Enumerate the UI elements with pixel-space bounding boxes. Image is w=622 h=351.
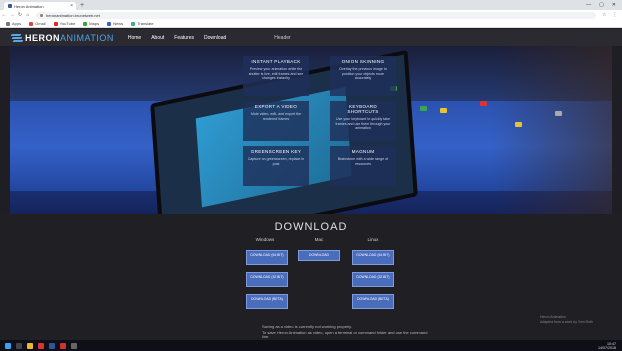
os-label-mac: Mac	[314, 237, 324, 242]
bookmark-item[interactable]: YouTube	[53, 21, 75, 26]
nav-home[interactable]: Home	[128, 35, 141, 41]
menu-icon[interactable]: ⋮	[612, 12, 617, 18]
feature-title: GREENSCREEN KEY	[250, 149, 302, 154]
download-linux-32-button[interactable]: DOWNLOAD (32 BIT)	[352, 272, 394, 287]
chrome-icon[interactable]	[38, 342, 44, 349]
feature-desc: Mute video, edit, and export the rendere…	[250, 112, 302, 121]
browser-toolbar: ← → ↻ ⌂ heronanimation.brunelweb.net ☆ ⋮	[0, 10, 622, 20]
app-icon[interactable]	[71, 342, 77, 349]
news-icon	[107, 21, 112, 26]
folder-icon[interactable]	[27, 342, 33, 349]
feature-title: ONION SKINNING	[341, 59, 385, 64]
back-button[interactable]: ←	[0, 12, 8, 18]
download-mac-button[interactable]: DOWNLOAD	[298, 250, 340, 261]
maximize-button[interactable]: ▢	[599, 2, 604, 8]
feature-card: MAGNUM Brainstorm with a wide range of r…	[330, 146, 396, 186]
feature-desc: Brainstorm with a wide range of resource…	[337, 157, 389, 166]
feature-title: EXPORT A VIDEO	[254, 104, 298, 109]
url-text: heronanimation.brunelweb.net	[46, 12, 100, 18]
footer-credit-detail: Adapted from a work by Tom Ruth	[540, 320, 593, 324]
download-note: Saving as a video is currently not worki…	[262, 324, 352, 329]
main-nav: Home About Features Download	[128, 35, 226, 41]
tab-close-icon[interactable]: ×	[70, 3, 73, 9]
download-section: DOWNLOAD Windows Mac Linux DOWNLOAD (64 …	[0, 214, 622, 340]
site-logo[interactable]: HERONANIMATION	[10, 33, 114, 43]
nav-download[interactable]: Download	[204, 35, 226, 41]
start-icon[interactable]	[5, 342, 11, 349]
download-windows-beta-button[interactable]: DOWNLOAD (BETA)	[246, 294, 288, 309]
os-label-windows: Windows	[255, 237, 275, 242]
address-bar[interactable]: heronanimation.brunelweb.net	[36, 11, 596, 19]
bookmark-item[interactable]: Translate	[131, 21, 154, 26]
site-header: HERONANIMATION Home About Features Downl…	[0, 29, 622, 46]
bookmark-item[interactable]: Maps	[83, 21, 99, 26]
nav-extra-link[interactable]: Header	[274, 35, 290, 41]
home-button[interactable]: ⌂	[24, 12, 32, 18]
feature-card: EXPORT A VIDEO Mute video, edit, and exp…	[243, 101, 309, 141]
footer-credit: Heron Animation	[540, 315, 566, 319]
lego-brick	[420, 106, 427, 111]
favicon-icon	[8, 4, 12, 8]
os-taskbar: 10:47 14/07/2018	[0, 340, 622, 351]
forward-button[interactable]: →	[8, 12, 16, 18]
os-label-linux: Linux	[367, 237, 379, 242]
video-icon	[53, 21, 58, 26]
hero-banner: INSTANT PLAYBACK Preview your animation …	[10, 46, 612, 214]
bookmark-item[interactable]: Apps	[6, 21, 21, 26]
map-icon	[83, 21, 88, 26]
word-icon[interactable]	[49, 342, 55, 349]
feature-title: MAGNUM	[351, 149, 375, 154]
taskbar-clock[interactable]: 10:47 14/07/2018	[598, 342, 616, 350]
download-linux-64-button[interactable]: DOWNLOAD (64 BIT)	[352, 250, 394, 265]
download-linux-beta-button[interactable]: DOWNLOAD (BETA)	[352, 294, 394, 309]
feature-card: GREENSCREEN KEY Capture on greenscreen, …	[243, 146, 309, 186]
heron-logo-icon	[10, 33, 24, 43]
feature-desc: Preview your animation while the shutter…	[248, 67, 304, 81]
bookmarks-bar: Apps Gmail YouTube Maps News Translate	[0, 20, 622, 28]
browser-tab[interactable]: Heron Animation ×	[4, 2, 76, 10]
window-controls: — ▢ ✕	[586, 0, 622, 10]
feature-card: KEYBOARD SHORTCUTS Use your keyboard to …	[330, 101, 396, 141]
tab-title: Heron Animation	[14, 3, 44, 9]
mail-icon	[29, 21, 34, 26]
new-tab-button[interactable]: +	[80, 2, 84, 10]
star-icon[interactable]: ☆	[602, 12, 606, 18]
nav-about[interactable]: About	[151, 35, 164, 41]
lego-brick	[515, 122, 522, 127]
feature-card: INSTANT PLAYBACK Preview your animation …	[243, 56, 309, 96]
download-windows-64-button[interactable]: DOWNLOAD (64 BIT)	[246, 250, 288, 265]
download-title: DOWNLOAD	[274, 221, 348, 233]
close-window-button[interactable]: ✕	[612, 2, 616, 8]
feature-card: ONION SKINNING Overlay the previous imag…	[330, 56, 396, 96]
app-icon[interactable]	[60, 342, 66, 349]
download-windows-32-button[interactable]: DOWNLOAD (32 BIT)	[246, 272, 288, 287]
feature-desc: Use your keyboard to quickly take frames…	[335, 117, 391, 131]
feature-title: INSTANT PLAYBACK	[251, 59, 301, 64]
download-note-detail: To save Heron Animation as video, open a…	[262, 330, 428, 340]
feature-desc: Overlay the previous image to position y…	[339, 67, 387, 81]
lego-brick	[480, 101, 487, 106]
reload-button[interactable]: ↻	[16, 12, 24, 18]
translate-icon	[131, 21, 136, 26]
lego-brick	[555, 111, 562, 116]
logo-text: HERONANIMATION	[25, 32, 114, 43]
lock-icon	[40, 13, 43, 17]
apps-icon	[6, 21, 10, 26]
minimize-button[interactable]: —	[586, 2, 591, 8]
feature-title: KEYBOARD SHORTCUTS	[347, 104, 379, 114]
bookmark-item[interactable]: News	[107, 21, 123, 26]
bookmark-item[interactable]: Gmail	[29, 21, 46, 26]
feature-desc: Capture on greenscreen, replace in post	[247, 157, 305, 166]
browser-tabstrip: Heron Animation × + — ▢ ✕	[0, 0, 622, 10]
lego-brick	[440, 108, 447, 113]
search-icon[interactable]	[16, 342, 22, 349]
nav-features[interactable]: Features	[174, 35, 194, 41]
